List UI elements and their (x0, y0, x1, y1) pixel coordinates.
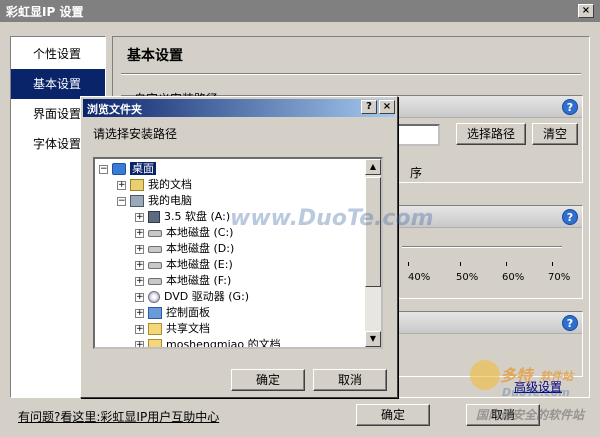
expand-icon[interactable]: + (135, 292, 144, 302)
tree-item-disk-f[interactable]: + 本地磁盘 (F:) (135, 273, 231, 289)
expand-icon[interactable]: + (135, 308, 144, 318)
ok-button[interactable]: 确定 (356, 404, 430, 426)
scroll-down-arrow-icon[interactable]: ▼ (365, 331, 381, 347)
tree-item-my-documents[interactable]: + 我的文档 (117, 177, 192, 193)
tree-item-label: 本地磁盘 (E:) (166, 258, 233, 271)
browse-folder-dialog: 浏览文件夹 ? × 请选择安装路径 − 桌面 + 我的文档 − 我的电脑 +3.5 软… (80, 96, 398, 398)
tree-item-label: 本地磁盘 (F:) (166, 274, 232, 287)
tree-item-label: 本地磁盘 (C:) (166, 226, 234, 239)
scroll-up-arrow-icon[interactable]: ▲ (365, 159, 381, 175)
collapse-icon[interactable]: − (99, 164, 108, 174)
tagline-watermark: 国内最安全的软件站 (476, 408, 585, 422)
help-icon[interactable]: ? (562, 209, 578, 225)
expand-icon[interactable]: + (135, 228, 144, 238)
choose-path-button[interactable]: 选择路径 (456, 123, 526, 145)
folder-icon (148, 339, 162, 347)
expand-icon[interactable]: + (117, 180, 126, 190)
disk-icon (148, 261, 162, 269)
sidebar-item-personal[interactable]: 个性设置 (11, 39, 105, 69)
documents-icon (130, 179, 144, 191)
brand-watermark: 多特 (500, 366, 533, 385)
slider-tick-mark (408, 262, 409, 266)
dialog-prompt: 请选择安装路径 (93, 127, 178, 141)
tree-item-label: 控制面板 (166, 306, 210, 319)
tree-item-control-panel[interactable]: + 控制面板 (135, 305, 210, 321)
tree-scrollbar[interactable]: ▲ ▼ (365, 159, 381, 347)
slider-tick-50: 50% (456, 272, 479, 283)
dialog-cancel-button[interactable]: 取消 (313, 369, 387, 391)
dialog-ok-button[interactable]: 确定 (231, 369, 305, 391)
expand-icon[interactable]: + (135, 212, 144, 222)
disk-icon (148, 245, 162, 253)
folder-icon (148, 323, 162, 335)
expand-icon[interactable]: + (135, 260, 144, 270)
title-divider (121, 73, 581, 75)
brand-logo-icon (470, 360, 500, 390)
brand-small-watermark: 软件站 (540, 370, 573, 383)
computer-icon (130, 195, 144, 207)
main-close-button[interactable]: × (578, 4, 594, 18)
tree-item-disk-e[interactable]: + 本地磁盘 (E:) (135, 257, 233, 273)
tree-item-label: 桌面 (130, 162, 156, 175)
dialog-close-button[interactable]: × (379, 100, 395, 114)
slider-tick-mark (506, 262, 507, 266)
sidebar-item-basic[interactable]: 基本设置 (11, 69, 105, 99)
transparency-slider-track[interactable] (402, 246, 562, 248)
main-window-title: 彩虹显IP 设置 (6, 5, 84, 19)
expand-icon[interactable]: + (135, 276, 144, 286)
dialog-help-button[interactable]: ? (361, 100, 377, 114)
tree-item-disk-c[interactable]: + 本地磁盘 (C:) (135, 225, 233, 241)
tree-item-label: 3.5 软盘 (A:) (164, 210, 231, 223)
dialog-title: 浏览文件夹 (87, 103, 142, 116)
tree-item-desktop[interactable]: − 桌面 (99, 161, 156, 177)
tree-item-my-computer[interactable]: − 我的电脑 (117, 193, 192, 209)
tree-item-floppy-a[interactable]: +3.5 软盘 (A:) (135, 209, 230, 225)
tree-item-label: 本地磁盘 (D:) (166, 242, 235, 255)
tree-item-user-docs[interactable]: + moshengmiao 的文档 (135, 337, 281, 349)
collapse-icon[interactable]: − (117, 196, 126, 206)
tree-item-dvd-g[interactable]: + DVD 驱动器 (G:) (135, 289, 249, 305)
tree-item-label: 我的文档 (148, 178, 192, 191)
expand-icon[interactable]: + (135, 244, 144, 254)
folder-tree[interactable]: − 桌面 + 我的文档 − 我的电脑 +3.5 软盘 (A:) + 本地磁盘 (C:) … (93, 157, 383, 349)
slider-tick-40: 40% (408, 272, 431, 283)
scroll-thumb[interactable] (365, 177, 381, 287)
disk-icon (148, 277, 162, 285)
clear-button[interactable]: 清空 (532, 123, 578, 145)
disk-icon (148, 229, 162, 237)
expand-icon[interactable]: + (135, 340, 144, 347)
help-center-link[interactable]: 有问题?看这里:彩虹显IP用户互助中心 (18, 408, 219, 425)
center-watermark: www.DuoTe.com (230, 206, 434, 231)
program-option-label: 序 (410, 166, 423, 180)
help-icon[interactable]: ? (562, 315, 578, 331)
slider-tick-60: 60% (502, 272, 525, 283)
dvd-icon (148, 291, 160, 303)
page-title: 基本设置 (127, 48, 183, 64)
tree-item-label: 共享文档 (166, 322, 210, 335)
url-watermark: DuoTe.com (502, 386, 570, 399)
floppy-icon (148, 211, 160, 223)
help-icon[interactable]: ? (562, 99, 578, 115)
slider-tick-mark (552, 262, 553, 266)
tree-item-label: 我的电脑 (148, 194, 192, 207)
control-panel-icon (148, 307, 162, 319)
main-title-bar: 彩虹显IP 设置 × (0, 0, 600, 22)
slider-tick-mark (460, 262, 461, 266)
tree-item-disk-d[interactable]: + 本地磁盘 (D:) (135, 241, 234, 257)
tree-item-label: DVD 驱动器 (G:) (164, 290, 250, 303)
expand-icon[interactable]: + (135, 324, 144, 334)
dialog-title-bar: 浏览文件夹 ? × (83, 99, 395, 117)
slider-tick-70: 70% (548, 272, 571, 283)
tree-item-shared-docs[interactable]: + 共享文档 (135, 321, 210, 337)
desktop-icon (112, 163, 126, 175)
tree-item-label: moshengmiao 的文档 (166, 338, 281, 349)
